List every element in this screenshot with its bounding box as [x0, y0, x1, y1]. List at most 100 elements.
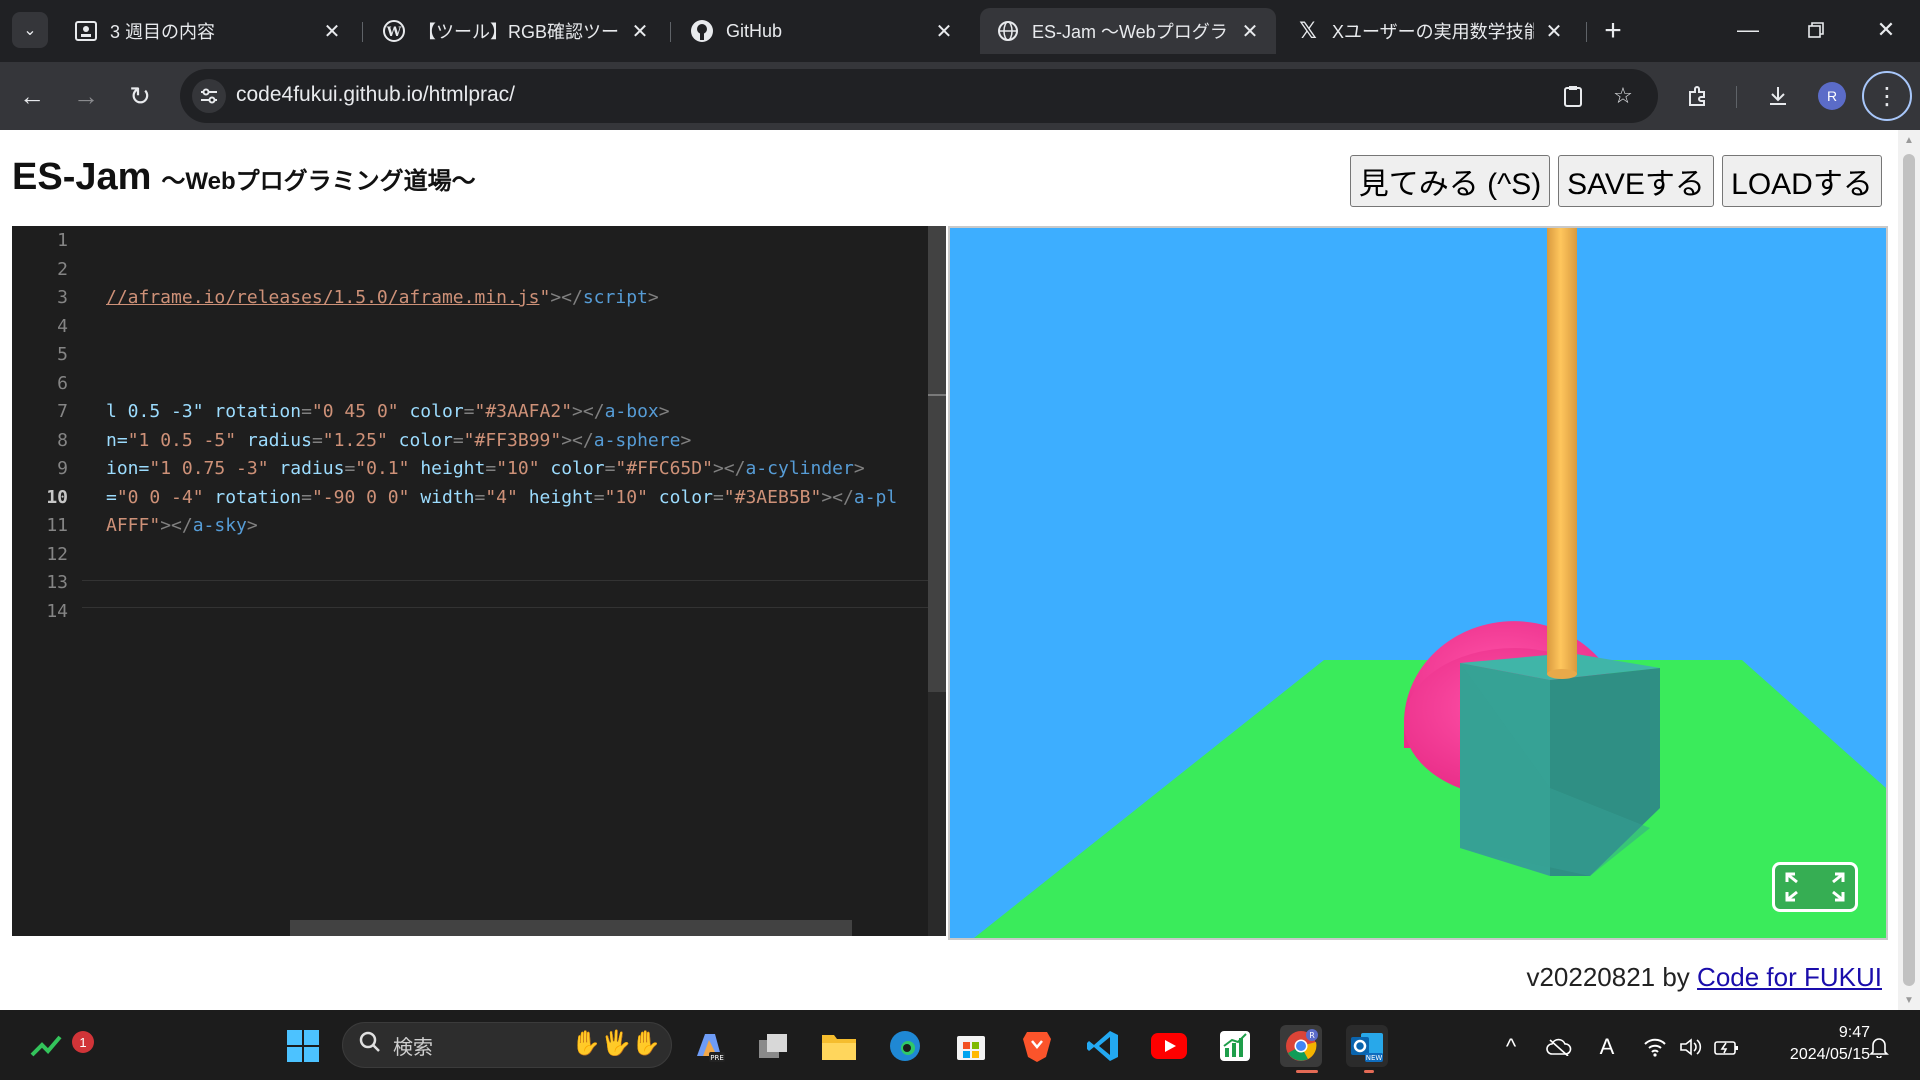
clock[interactable]: 9:47 2024/05/15	[1760, 1022, 1870, 1066]
restore-button[interactable]	[1796, 14, 1836, 46]
orange-cylinder	[1547, 228, 1577, 674]
clock-date: 2024/05/15	[1789, 1046, 1870, 1063]
vscode-icon[interactable]	[1082, 1025, 1124, 1067]
volume-icon[interactable]	[1676, 1032, 1706, 1062]
file-explorer-icon[interactable]	[818, 1025, 860, 1067]
close-tab-icon[interactable]: ✕	[932, 19, 956, 43]
tab-rgb-tool[interactable]: W 【ツール】RGB確認ツール – N ✕	[366, 8, 666, 54]
wifi-icon[interactable]	[1640, 1032, 1670, 1062]
editor-scroll-thumb[interactable]	[928, 226, 946, 692]
code-token: =	[463, 401, 475, 422]
fullscreen-icon	[1785, 872, 1845, 902]
profile-avatar[interactable]: R	[1818, 82, 1846, 110]
notification-bell-icon[interactable]	[1864, 1032, 1894, 1062]
reload-button[interactable]: ↻	[122, 78, 158, 114]
code-token: script	[582, 287, 648, 308]
tab-title: ES-Jam 〜Webプログラミン	[1032, 22, 1230, 42]
view-button[interactable]: 見てみる (^S)	[1350, 155, 1550, 207]
minimize-button[interactable]: —	[1728, 14, 1768, 46]
battery-icon[interactable]	[1712, 1032, 1742, 1062]
url-text[interactable]: code4fukui.github.io/htmlprac/	[236, 83, 515, 107]
x-icon: 𝕏	[1299, 18, 1317, 43]
code-token: a-sphere	[593, 430, 681, 451]
globe-icon	[996, 19, 1020, 43]
code-token: ion=	[106, 458, 150, 479]
code-token: "	[539, 287, 551, 308]
task-view-icon[interactable]	[752, 1025, 794, 1067]
code-token: =	[474, 487, 486, 508]
tab-separator	[362, 22, 363, 42]
code-token: a-cylinder	[745, 458, 854, 479]
close-tab-icon[interactable]: ✕	[628, 19, 652, 43]
forward-button[interactable]: →	[68, 78, 104, 114]
clipboard-icon[interactable]	[1558, 81, 1588, 111]
back-button[interactable]: ←	[14, 78, 50, 114]
site-settings-icon[interactable]	[192, 79, 226, 113]
code-token: color	[409, 401, 464, 422]
copilot-icon[interactable]: PRE	[688, 1025, 730, 1067]
code-line-8: n="1 0.5 -5" radius="1.25" color="#FF3B9…	[106, 430, 691, 451]
tab-github[interactable]: GitHub ✕	[674, 8, 970, 54]
start-windows-icon[interactable]	[282, 1025, 324, 1067]
close-window-button[interactable]: ✕	[1866, 14, 1906, 46]
code-token: a-box	[604, 401, 659, 422]
tab-es-jam[interactable]: ES-Jam 〜Webプログラミン ✕	[980, 8, 1276, 54]
stock-app-icon[interactable]	[1214, 1025, 1256, 1067]
brave-icon[interactable]	[1016, 1025, 1058, 1067]
scroll-down-arrow[interactable]: ▼	[1898, 990, 1920, 1010]
line-number: 9	[57, 458, 68, 479]
store-icon[interactable]	[950, 1025, 992, 1067]
code-token: ></	[561, 430, 594, 451]
youtube-icon[interactable]	[1148, 1025, 1190, 1067]
preview-scene[interactable]	[948, 226, 1888, 940]
save-button[interactable]: SAVEする	[1558, 155, 1714, 207]
onedrive-cloud-icon[interactable]	[1544, 1032, 1574, 1062]
more-menu-icon[interactable]: ⋮	[1862, 71, 1912, 121]
code-token: =	[301, 487, 312, 508]
tab-search-button[interactable]: ⌄	[12, 12, 48, 48]
download-icon[interactable]	[1760, 78, 1796, 114]
code-editor[interactable]: 1 2 3 4 5 6 7 8 9 10 11 12 13 14 //afram…	[12, 226, 946, 936]
page-scrollbar[interactable]: ▲ ▼	[1898, 130, 1920, 1010]
load-button[interactable]: LOADする	[1722, 155, 1882, 207]
svg-text:PRE: PRE	[710, 1054, 724, 1062]
code-token: "-90 0 0"	[311, 487, 421, 508]
tab-classroom[interactable]: 3 週目の内容 ✕	[58, 8, 358, 54]
edge-icon[interactable]	[884, 1025, 926, 1067]
code-for-fukui-link[interactable]: Code for FUKUI	[1697, 962, 1882, 992]
line-number: 1	[57, 230, 68, 251]
fullscreen-button[interactable]	[1772, 862, 1858, 912]
code-token: "10"	[496, 458, 551, 479]
taskbar-search[interactable]: 検索 ✋🖐✋	[342, 1022, 672, 1068]
ime-mode-indicator[interactable]: A	[1592, 1032, 1622, 1062]
code-token: ></	[550, 287, 583, 308]
tray-overflow-chevron-icon[interactable]: ^	[1496, 1032, 1526, 1062]
address-bar[interactable]: code4fukui.github.io/htmlprac/ ☆	[180, 69, 1658, 123]
code-token: "0 0 -4"	[116, 487, 215, 508]
code-token: ></	[160, 515, 193, 536]
code-token: "1 0.75 -3"	[149, 458, 280, 479]
code-token: "0.1"	[355, 458, 421, 479]
editor-vertical-scrollbar[interactable]	[928, 226, 946, 936]
chrome-icon[interactable]: R	[1280, 1025, 1322, 1067]
close-tab-icon[interactable]: ✕	[1238, 19, 1262, 43]
page-scroll-thumb[interactable]	[1903, 154, 1915, 986]
svg-text:R: R	[1309, 1031, 1315, 1040]
editor-horizontal-scrollbar[interactable]	[290, 920, 852, 936]
outlook-new-icon[interactable]: NEW	[1346, 1025, 1388, 1067]
new-tab-button[interactable]: +	[1596, 14, 1630, 48]
bookmark-star-icon[interactable]: ☆	[1608, 81, 1638, 111]
code-token: color	[398, 430, 453, 451]
code-token: =	[604, 458, 616, 479]
extensions-icon[interactable]	[1680, 78, 1716, 114]
toolbar-divider	[1736, 86, 1737, 108]
code-line-11: AFFF"></a-sky>	[106, 515, 258, 536]
scroll-up-arrow[interactable]: ▲	[1898, 130, 1920, 150]
scene-canvas	[950, 228, 1886, 938]
tab-x-user[interactable]: 𝕏 Xユーザーの実用数学技能検 ✕	[1280, 8, 1580, 54]
github-icon	[690, 19, 714, 43]
close-tab-icon[interactable]: ✕	[1542, 19, 1566, 43]
widgets-icon[interactable]: 1	[26, 1025, 94, 1067]
close-tab-icon[interactable]: ✕	[320, 19, 344, 43]
widgets-badge: 1	[72, 1031, 94, 1053]
